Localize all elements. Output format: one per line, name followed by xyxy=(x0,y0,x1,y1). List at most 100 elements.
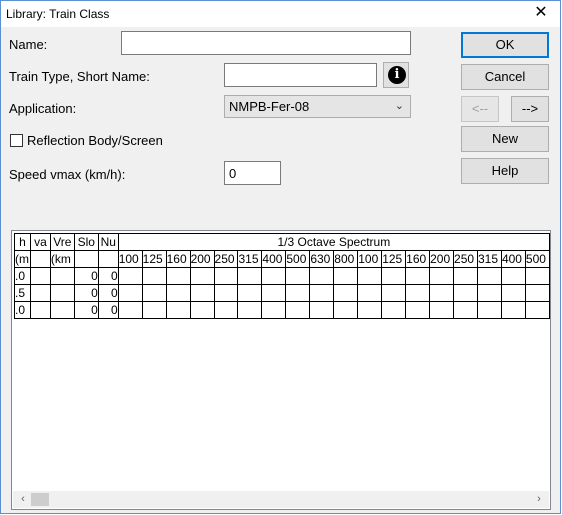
spectrum-cell[interactable] xyxy=(165,301,191,319)
spectrum-cell[interactable] xyxy=(285,301,311,319)
new-button[interactable]: New xyxy=(461,126,549,152)
speed-input[interactable] xyxy=(224,161,281,185)
cell-va[interactable] xyxy=(29,267,51,285)
spectrum-cell[interactable] xyxy=(165,267,191,285)
cell-slo[interactable]: 0 xyxy=(73,284,99,302)
scroll-right-icon[interactable]: › xyxy=(531,492,547,507)
spectrum-cell[interactable] xyxy=(237,267,263,285)
horizontal-scrollbar[interactable]: ‹ › xyxy=(13,491,549,508)
spectrum-cell[interactable] xyxy=(189,301,215,319)
scroll-thumb[interactable] xyxy=(31,493,49,506)
cell-nu[interactable]: 0 xyxy=(97,284,119,302)
spectrum-cell[interactable] xyxy=(453,301,478,319)
spectrum-cell[interactable] xyxy=(213,301,239,319)
spectrum-cell[interactable] xyxy=(261,284,287,302)
cell-h[interactable]: .5 xyxy=(14,284,31,302)
help-button[interactable]: Help xyxy=(461,158,549,184)
spectrum-cell[interactable] xyxy=(381,267,407,285)
cell-h[interactable]: .0 xyxy=(14,267,31,285)
octave-spectrum-header: 1/3 Octave Spectrum xyxy=(117,233,550,251)
spectrum-cell[interactable] xyxy=(285,267,311,285)
spectrum-cell[interactable] xyxy=(309,267,335,285)
frequency-header: 315 xyxy=(237,250,263,268)
table-row[interactable]: .0 0 0 xyxy=(14,301,550,319)
cancel-button[interactable]: Cancel xyxy=(461,64,549,90)
spectrum-cell[interactable] xyxy=(309,301,335,319)
spectrum-cell[interactable] xyxy=(189,267,215,285)
name-input[interactable] xyxy=(121,31,411,55)
spectrum-cell[interactable] xyxy=(500,284,526,302)
scroll-left-icon[interactable]: ‹ xyxy=(15,492,31,507)
spectrum-cell[interactable] xyxy=(141,284,167,302)
cell-slo[interactable]: 0 xyxy=(73,267,99,285)
spectrum-cell[interactable] xyxy=(141,267,167,285)
spectrum-cell[interactable] xyxy=(477,284,502,302)
ok-button[interactable]: OK xyxy=(461,32,549,58)
chevron-down-icon: ⌄ xyxy=(394,100,404,112)
table-row[interactable]: .5 0 0 xyxy=(14,284,550,302)
frequency-header: 100 xyxy=(357,250,383,268)
spectrum-cell[interactable] xyxy=(117,284,143,302)
spectrum-cell[interactable] xyxy=(477,301,502,319)
spectrum-cell[interactable] xyxy=(429,301,455,319)
table-subheader-row: (m (km 100 125 160 200 250 315 400 500 630 800 100… xyxy=(14,250,550,268)
spectrum-cell[interactable] xyxy=(357,301,383,319)
cell-va[interactable] xyxy=(29,301,51,319)
spectrum-cell[interactable] xyxy=(405,301,431,319)
spectrum-cell[interactable] xyxy=(237,284,263,302)
cell-vre[interactable] xyxy=(49,284,75,302)
spectrum-cell[interactable] xyxy=(524,284,550,302)
spectrum-grid[interactable]: h va Vre Slo Nu 1/3 Octave Spectrum (m (… xyxy=(11,230,551,510)
spectrum-cell[interactable] xyxy=(333,284,359,302)
unit-nu xyxy=(97,250,119,268)
spectrum-cell[interactable] xyxy=(500,301,526,319)
spectrum-cell[interactable] xyxy=(453,284,478,302)
cell-nu[interactable]: 0 xyxy=(97,301,119,319)
spectrum-cell[interactable] xyxy=(261,301,287,319)
application-select[interactable]: NMPB-Fer-08 ⌄ xyxy=(224,95,411,118)
cell-vre[interactable] xyxy=(49,267,75,285)
frequency-header: 160 xyxy=(405,250,431,268)
spectrum-cell[interactable] xyxy=(429,284,455,302)
close-icon[interactable]: ✕ xyxy=(532,4,550,22)
spectrum-cell[interactable] xyxy=(141,301,167,319)
frequency-header: 100 xyxy=(117,250,143,268)
spectrum-cell[interactable] xyxy=(213,284,239,302)
spectrum-cell[interactable] xyxy=(189,284,215,302)
spectrum-cell[interactable] xyxy=(524,267,550,285)
cell-vre[interactable] xyxy=(49,301,75,319)
spectrum-cell[interactable] xyxy=(117,301,143,319)
previous-button[interactable]: <-- xyxy=(461,96,499,122)
info-button[interactable]: i xyxy=(383,62,409,88)
spectrum-cell[interactable] xyxy=(381,301,407,319)
reflection-checkbox[interactable] xyxy=(10,134,23,147)
spectrum-cell[interactable] xyxy=(261,267,287,285)
frequency-header: 125 xyxy=(381,250,407,268)
spectrum-cell[interactable] xyxy=(213,267,239,285)
cell-h[interactable]: .0 xyxy=(14,301,31,319)
spectrum-cell[interactable] xyxy=(333,301,359,319)
spectrum-cell[interactable] xyxy=(237,301,263,319)
spectrum-cell[interactable] xyxy=(405,267,431,285)
spectrum-cell[interactable] xyxy=(117,267,143,285)
spectrum-cell[interactable] xyxy=(357,284,383,302)
cell-nu[interactable]: 0 xyxy=(97,267,119,285)
cell-slo[interactable]: 0 xyxy=(73,301,99,319)
spectrum-cell[interactable] xyxy=(524,301,550,319)
spectrum-cell[interactable] xyxy=(477,267,502,285)
next-button[interactable]: --> xyxy=(511,96,549,122)
spectrum-cell[interactable] xyxy=(333,267,359,285)
spectrum-cell[interactable] xyxy=(429,267,455,285)
spectrum-cell[interactable] xyxy=(309,284,335,302)
table-row[interactable]: .0 0 0 xyxy=(14,267,550,285)
spectrum-cell[interactable] xyxy=(405,284,431,302)
spectrum-cell[interactable] xyxy=(285,284,311,302)
spectrum-cell[interactable] xyxy=(453,267,478,285)
train-type-input[interactable] xyxy=(224,63,377,87)
spectrum-cell[interactable] xyxy=(357,267,383,285)
spectrum-cell[interactable] xyxy=(381,284,407,302)
frequency-header: 125 xyxy=(141,250,167,268)
spectrum-cell[interactable] xyxy=(165,284,191,302)
cell-va[interactable] xyxy=(29,284,51,302)
spectrum-cell[interactable] xyxy=(500,267,526,285)
